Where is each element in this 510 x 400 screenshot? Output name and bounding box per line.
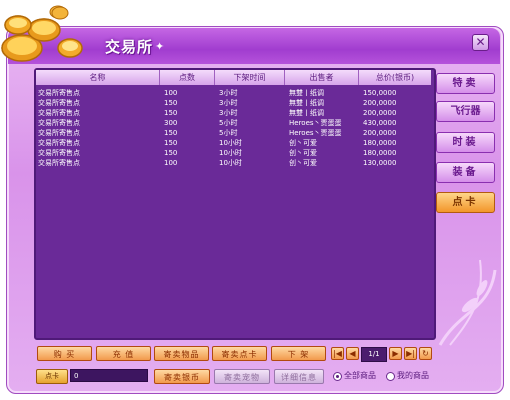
- refresh-button[interactable]: ↻: [419, 347, 432, 360]
- table-header: 名称 点数 下架时间 出售者 总价(银币): [36, 70, 431, 85]
- recharge-button[interactable]: 充 值: [96, 346, 151, 361]
- table-row[interactable]: 交易所寄售点 150 10小时 创丶可爱 180,0000: [36, 138, 431, 148]
- delist-button[interactable]: 下 架: [271, 346, 326, 361]
- table-row[interactable]: 交易所寄售点 100 10小时 创丶可爱 130,0000: [36, 158, 431, 168]
- coins-overlay-icon: [1, 6, 83, 62]
- filter-mine-radio[interactable]: [386, 372, 395, 381]
- point-card-wallet-label: 点卡: [36, 369, 68, 384]
- col-expire[interactable]: 下架时间: [215, 70, 285, 85]
- table-cell: 無雙丨纸调: [289, 89, 324, 97]
- table-cell: 無雙丨纸调: [289, 109, 324, 117]
- filter-mine-label[interactable]: 我的商品: [397, 371, 429, 381]
- table-cell: 150,0000: [363, 89, 397, 97]
- point-card-balance: 0: [70, 369, 148, 382]
- window-title: 交易所: [105, 38, 154, 56]
- buy-button[interactable]: 购 买: [37, 346, 92, 361]
- table-cell: 3小时: [219, 89, 238, 97]
- table-cell: 150: [164, 139, 178, 147]
- filter-all-radio[interactable]: [333, 372, 342, 381]
- table-cell: 10小时: [219, 149, 242, 157]
- table-cell: 创丶可爱: [289, 149, 317, 157]
- table-cell: 交易所寄售点: [38, 139, 80, 147]
- table-cell: 150: [164, 99, 178, 107]
- table-cell: 無雙丨纸调: [289, 99, 324, 107]
- next-page-button[interactable]: ▶: [389, 347, 402, 360]
- table-row[interactable]: 交易所寄售点 150 3小时 無雙丨纸调 200,0000: [36, 108, 431, 118]
- table-cell: 3小时: [219, 99, 238, 107]
- table-cell: 200,0000: [363, 129, 397, 137]
- page-indicator: 1/1: [361, 347, 387, 362]
- table-cell: Heroes丶贾蛋蛋: [289, 119, 342, 127]
- details-button[interactable]: 详细信息: [274, 369, 324, 384]
- table-cell: 150: [164, 109, 178, 117]
- tab-equipment[interactable]: 装备: [436, 162, 495, 183]
- table-cell: 交易所寄售点: [38, 109, 80, 117]
- tab-fashion[interactable]: 时装: [436, 132, 495, 153]
- table-cell: 200,0000: [363, 99, 397, 107]
- table-cell: 交易所寄售点: [38, 159, 80, 167]
- table-body: 交易所寄售点 100 3小时 無雙丨纸调 150,0000 交易所寄售点 150 3小时 無雙丨…: [36, 88, 431, 168]
- table-cell: 300: [164, 119, 178, 127]
- col-points[interactable]: 点数: [160, 70, 215, 85]
- sell-card-button[interactable]: 寄卖点卡: [212, 346, 267, 361]
- table-cell: 创丶可爱: [289, 139, 317, 147]
- first-page-button[interactable]: |◀: [331, 347, 344, 360]
- prev-page-button[interactable]: ◀: [346, 347, 359, 360]
- table-cell: 5小时: [219, 119, 238, 127]
- table-row[interactable]: 交易所寄售点 100 3小时 無雙丨纸调 150,0000: [36, 88, 431, 98]
- table-cell: 430,0000: [363, 119, 397, 127]
- col-seller[interactable]: 出售者: [285, 70, 359, 85]
- tab-aircraft[interactable]: 飞行器: [436, 101, 495, 122]
- close-button[interactable]: ✕: [472, 34, 489, 51]
- table-cell: 150: [164, 129, 178, 137]
- table-cell: 100: [164, 89, 178, 97]
- table-cell: 5小时: [219, 129, 238, 137]
- table-cell: Heroes丶贾蛋蛋: [289, 129, 342, 137]
- table-cell: 130,0000: [363, 159, 397, 167]
- tab-special[interactable]: 特卖: [436, 73, 495, 94]
- table-row[interactable]: 交易所寄售点 150 3小时 無雙丨纸调 200,0000: [36, 98, 431, 108]
- table-cell: 150: [164, 149, 178, 157]
- col-name[interactable]: 名称: [36, 70, 160, 85]
- table-cell: 100: [164, 159, 178, 167]
- table-row[interactable]: 交易所寄售点 150 5小时 Heroes丶贾蛋蛋 200,0000: [36, 128, 431, 138]
- table-cell: 180,0000: [363, 139, 397, 147]
- table-cell: 3小时: [219, 109, 238, 117]
- filter-all-label[interactable]: 全部商品: [344, 371, 376, 381]
- table-row[interactable]: 交易所寄售点 150 10小时 创丶可爱 180,0000: [36, 148, 431, 158]
- table-cell: 200,0000: [363, 109, 397, 117]
- table-cell: 180,0000: [363, 149, 397, 157]
- swirl-decoration-icon: [438, 259, 497, 346]
- table-cell: 交易所寄售点: [38, 89, 80, 97]
- col-price[interactable]: 总价(银币): [359, 70, 431, 85]
- sparkle-icon: ✦: [155, 40, 165, 53]
- last-page-button[interactable]: ▶|: [404, 347, 417, 360]
- sell-pet-button[interactable]: 寄卖宠物: [214, 369, 270, 384]
- sell-item-button[interactable]: 寄卖物品: [154, 346, 209, 361]
- table-cell: 创丶可爱: [289, 159, 317, 167]
- table-cell: 交易所寄售点: [38, 149, 80, 157]
- table-cell: 交易所寄售点: [38, 99, 80, 107]
- sell-silver-button[interactable]: 寄卖银币: [154, 369, 210, 384]
- table-cell: 交易所寄售点: [38, 119, 80, 127]
- table-cell: 交易所寄售点: [38, 129, 80, 137]
- table-cell: 10小时: [219, 139, 242, 147]
- tab-point-card[interactable]: 点卡: [436, 192, 495, 213]
- table-cell: 10小时: [219, 159, 242, 167]
- table-row[interactable]: 交易所寄售点 300 5小时 Heroes丶贾蛋蛋 430,0000: [36, 118, 431, 128]
